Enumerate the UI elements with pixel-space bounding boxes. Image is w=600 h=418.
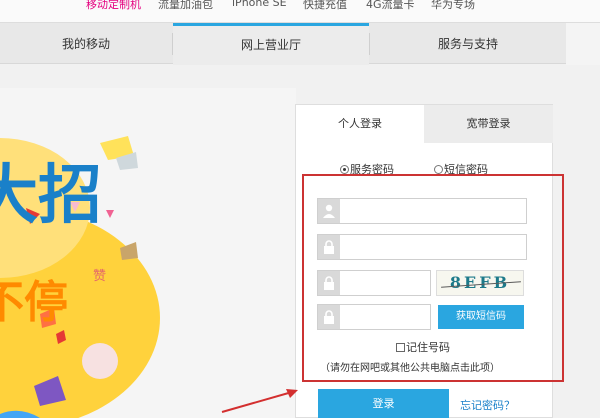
forgot-password-link[interactable]: 忘记密码？ [460, 397, 515, 413]
login-button[interactable]: 登录 [318, 389, 449, 418]
pointer-arrow [221, 389, 298, 413]
